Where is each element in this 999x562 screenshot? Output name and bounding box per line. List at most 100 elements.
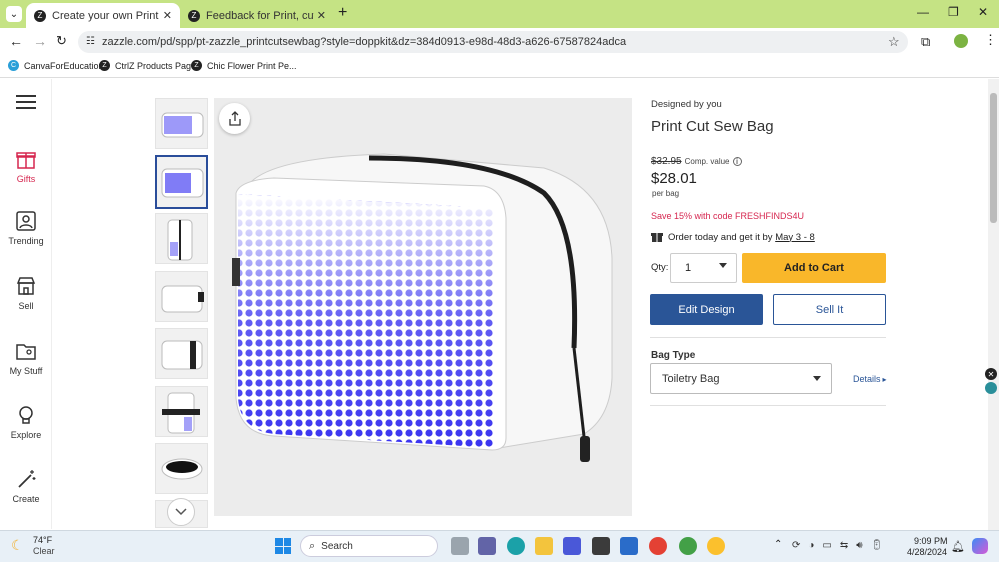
tab-search-button[interactable]: ⌄ xyxy=(6,6,22,22)
media-icon[interactable] xyxy=(563,537,581,555)
teams-icon[interactable] xyxy=(478,537,496,555)
price-unit: per bag xyxy=(652,189,680,198)
site-info-icon[interactable]: ☷ xyxy=(86,36,95,47)
minecraft-icon[interactable] xyxy=(592,537,610,555)
nav-label: Explore xyxy=(10,430,42,440)
copilot-icon[interactable] xyxy=(972,538,988,554)
bookmark-label: CtrlZ Products Page xyxy=(115,60,197,71)
zazzle-favicon-icon: Z xyxy=(34,9,46,22)
tab-title: Feedback for Print, cut & sew b xyxy=(206,9,314,22)
divider xyxy=(650,337,886,338)
details-link[interactable]: Details ▸ xyxy=(853,374,887,384)
back-icon[interactable]: ← xyxy=(9,33,23,49)
chevron-right-icon: ▸ xyxy=(882,374,887,384)
forward-icon[interactable]: → xyxy=(33,33,47,49)
compare-price-row: $32.95 Comp. value i xyxy=(651,156,742,167)
caret-down-icon xyxy=(719,263,727,268)
nav-label: Create xyxy=(12,494,40,504)
share-button[interactable] xyxy=(219,103,250,134)
close-tab-icon[interactable]: ✕ xyxy=(163,9,172,22)
lightbulb-icon xyxy=(19,406,33,424)
product-title: Print Cut Sew Bag xyxy=(651,118,774,135)
clock-time[interactable]: 9:09 PM xyxy=(914,536,948,546)
product-thumbnail[interactable] xyxy=(155,98,208,149)
search-icon: ⌕ xyxy=(309,539,316,552)
bag-type-select[interactable]: Toiletry Bag xyxy=(650,363,832,394)
reload-icon[interactable]: ↻ xyxy=(56,33,67,49)
nav-label: Trending xyxy=(8,236,44,246)
hamburger-menu-icon[interactable] xyxy=(16,95,36,109)
weather-moon-icon: ☾ xyxy=(11,537,24,553)
nav-gifts[interactable]: Gifts xyxy=(0,148,52,184)
profile-avatar[interactable] xyxy=(954,34,968,48)
edge-icon[interactable] xyxy=(507,537,525,555)
minimize-icon[interactable]: — xyxy=(917,5,929,19)
add-to-cart-button[interactable]: Add to Cart xyxy=(742,253,886,283)
tray-chevron-up-icon[interactable]: ⌃ xyxy=(774,539,782,550)
tray-icons[interactable]: ⟳◑▭⇆🔊︎🔋︎ xyxy=(792,540,891,551)
page-scrollbar[interactable] xyxy=(988,79,999,530)
product-thumbnail[interactable] xyxy=(155,328,208,379)
nav-create[interactable]: Create xyxy=(0,468,52,504)
bookmark-chic-flower[interactable]: Z Chic Flower Print Pe... xyxy=(191,60,297,71)
product-thumbnail[interactable] xyxy=(155,271,208,322)
zazzle-icon: Z xyxy=(191,60,202,71)
weather-temp[interactable]: 74°F xyxy=(33,535,52,545)
bookmark-star-icon[interactable]: ☆ xyxy=(888,34,900,50)
side-widget-close-icon[interactable]: ✕ xyxy=(985,368,997,380)
canva-icon: C xyxy=(8,60,19,71)
tab-feedback[interactable]: Z Feedback for Print, cut & sew b ✕ xyxy=(180,3,334,28)
product-thumbnail-selected[interactable] xyxy=(155,155,208,209)
taskbar-search[interactable]: ⌕ Search xyxy=(300,535,438,557)
address-bar[interactable]: ☷ zazzle.com/pd/spp/pt-zazzle_printcutse… xyxy=(78,31,908,53)
search-placeholder: Search xyxy=(321,540,353,552)
scrollbar-thumb[interactable] xyxy=(990,93,997,223)
sell-it-button[interactable]: Sell It xyxy=(773,294,886,325)
new-tab-button[interactable]: + xyxy=(338,4,347,22)
bookmark-label: CanvaForEducation xyxy=(24,60,104,71)
nav-my-stuff[interactable]: My Stuff xyxy=(0,340,52,376)
nav-trending[interactable]: Trending xyxy=(0,210,52,246)
bookmark-ctrlz[interactable]: Z CtrlZ Products Page xyxy=(99,60,196,71)
chrome-icon[interactable] xyxy=(649,537,667,555)
clock-date: 4/28/2024 xyxy=(907,547,948,557)
product-price: $28.01 xyxy=(651,170,697,187)
start-button[interactable] xyxy=(275,538,291,554)
folder-user-icon xyxy=(16,344,36,360)
chrome-profile-icon[interactable] xyxy=(679,537,697,555)
product-thumbnail[interactable] xyxy=(155,386,208,437)
zazzle-icon: Z xyxy=(99,60,110,71)
gift-icon xyxy=(16,152,36,169)
close-window-icon[interactable]: ✕ xyxy=(978,5,988,19)
store-icon xyxy=(16,277,36,295)
product-thumbnail[interactable] xyxy=(155,213,208,264)
nav-explore[interactable]: Explore xyxy=(0,404,52,440)
tab-create-print-cut-sew[interactable]: Z Create your own Print Cut Sew ✕ xyxy=(26,3,180,28)
delivery-date-link[interactable]: May 3 - 8 xyxy=(775,232,815,243)
task-view-icon[interactable] xyxy=(451,537,469,555)
nav-sell[interactable]: Sell xyxy=(0,275,52,311)
bookmark-canva[interactable]: C CanvaForEducation xyxy=(8,60,104,71)
extensions-icon[interactable]: ⧉ xyxy=(921,34,930,50)
restore-icon[interactable]: ❐ xyxy=(948,5,959,19)
details-label: Details xyxy=(853,374,881,384)
info-icon[interactable]: i xyxy=(732,157,742,166)
edit-design-button[interactable]: Edit Design xyxy=(650,294,763,325)
scroll-thumbnails-down-button[interactable] xyxy=(167,498,195,526)
product-thumbnail[interactable] xyxy=(155,443,208,494)
divider xyxy=(650,405,886,406)
compare-price: $32.95 xyxy=(651,156,682,167)
close-tab-icon[interactable]: ✕ xyxy=(317,9,326,22)
qty-select[interactable]: 1 xyxy=(670,253,737,283)
side-widget-icon[interactable] xyxy=(985,382,997,394)
app-icon[interactable] xyxy=(620,537,638,555)
url-text: zazzle.com/pd/spp/pt-zazzle_printcutsewb… xyxy=(102,36,627,48)
file-explorer-icon[interactable] xyxy=(535,537,553,555)
tab-title: Create your own Print Cut Sew xyxy=(52,9,160,22)
notification-bell-icon[interactable]: 🔔︎ xyxy=(951,540,965,553)
bookmark-label: Chic Flower Print Pe... xyxy=(207,60,297,71)
chrome-active-icon[interactable] xyxy=(707,537,725,555)
menu-dots-icon[interactable]: ⋮ xyxy=(984,32,997,48)
designer-text: Designed by you xyxy=(651,99,722,110)
delivery-text: Order today and get it by xyxy=(668,231,776,243)
